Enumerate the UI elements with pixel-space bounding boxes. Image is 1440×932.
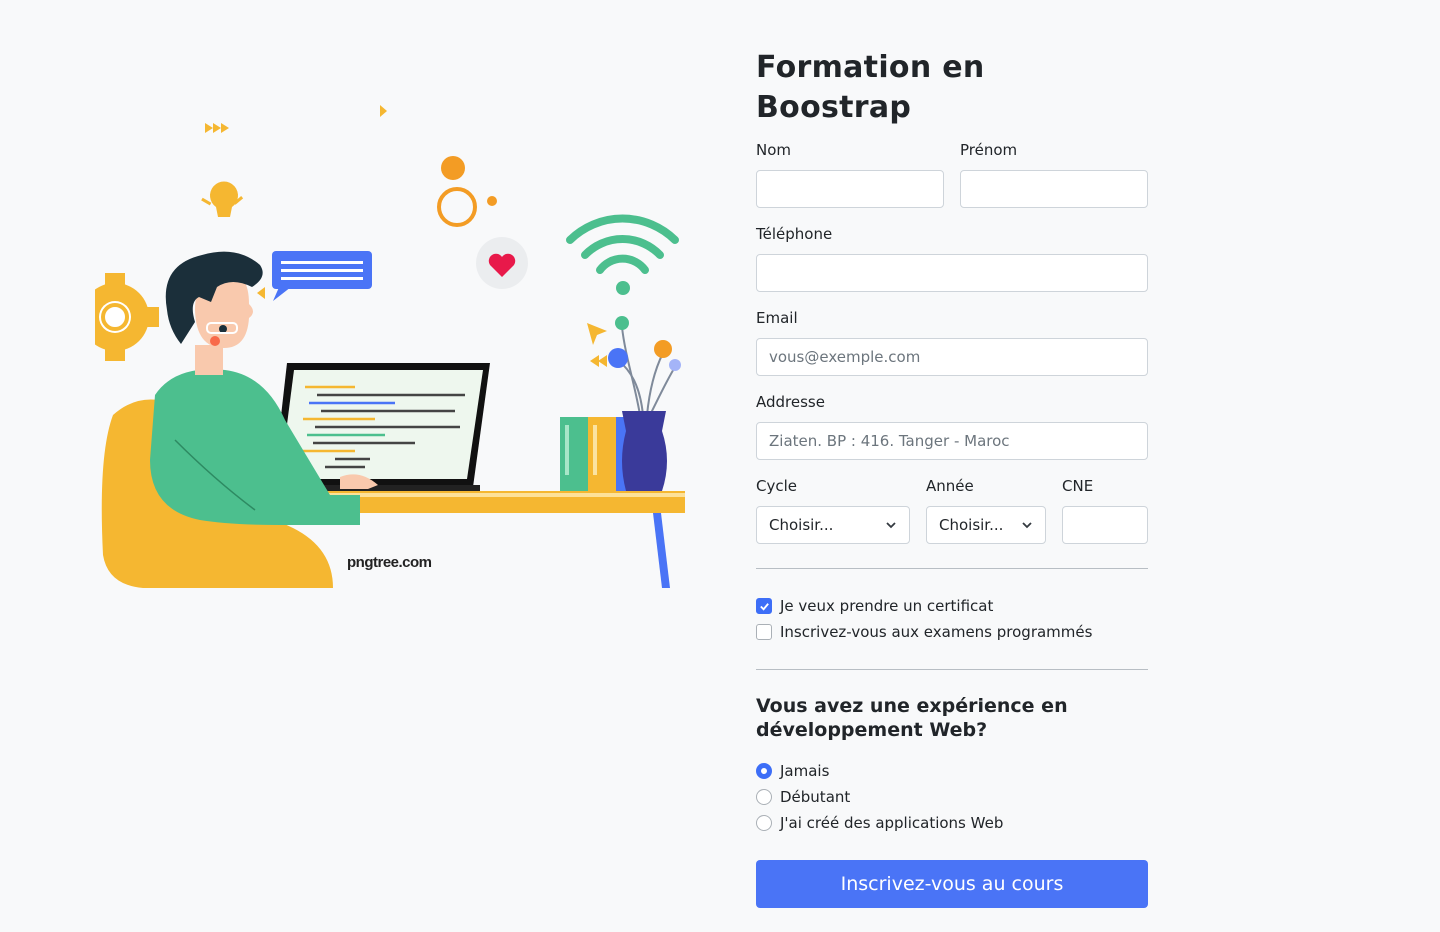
developer-illustration: [71, 105, 685, 588]
certificat-checkbox[interactable]: [756, 598, 772, 614]
radio-applications[interactable]: [756, 815, 772, 831]
telephone-group: Téléphone: [756, 224, 1148, 292]
cycle-select-value: Choisir...: [769, 516, 834, 534]
radio-jamais-label: Jamais: [780, 762, 830, 780]
cycle-select[interactable]: Choisir...: [756, 506, 910, 544]
address-label: Addresse: [756, 393, 825, 411]
submit-button[interactable]: Inscrivez-vous au cours: [756, 860, 1148, 908]
certificat-checkbox-row[interactable]: Je veux prendre un certificat: [756, 593, 1148, 619]
radio-applications-row[interactable]: J'ai créé des applications Web: [756, 810, 1148, 836]
radio-jamais-row[interactable]: Jamais: [756, 758, 1148, 784]
check-icon: [759, 602, 769, 611]
watermark: pngtree.com: [347, 554, 432, 571]
divider: [756, 568, 1148, 569]
address-group: Addresse: [756, 392, 1148, 460]
page-title: Formation en Boostrap: [756, 50, 985, 125]
address-input[interactable]: [756, 422, 1148, 460]
checkbox-group: Je veux prendre un certificat Inscrivez-…: [756, 593, 1148, 645]
experience-title: Vous avez une expérience en développemen…: [756, 695, 1068, 741]
nom-input[interactable]: [756, 170, 944, 208]
radio-debutant[interactable]: [756, 789, 772, 805]
email-group: Email: [756, 308, 1148, 376]
examens-checkbox[interactable]: [756, 624, 772, 640]
nom-label: Nom: [756, 141, 792, 159]
chevron-down-icon: [886, 522, 896, 529]
prenom-label: Prénom: [960, 141, 1018, 159]
email-input[interactable]: [756, 338, 1148, 376]
prenom-input[interactable]: [960, 170, 1148, 208]
radio-jamais[interactable]: [756, 763, 772, 779]
annee-select[interactable]: Choisir...: [926, 506, 1046, 544]
telephone-input[interactable]: [756, 254, 1148, 292]
email-label: Email: [756, 309, 798, 327]
prenom-group: Prénom: [960, 140, 1148, 208]
name-row: Nom Prénom: [756, 140, 1148, 208]
cne-input[interactable]: [1062, 506, 1148, 544]
radio-debutant-row[interactable]: Débutant: [756, 784, 1148, 810]
annee-group: Année Choisir...: [926, 476, 1046, 544]
radio-applications-label: J'ai créé des applications Web: [780, 814, 1004, 832]
certificat-checkbox-label: Je veux prendre un certificat: [780, 597, 994, 615]
cycle-label: Cycle: [756, 477, 797, 495]
examens-checkbox-row[interactable]: Inscrivez-vous aux examens programmés: [756, 619, 1148, 645]
annee-select-value: Choisir...: [939, 516, 1004, 534]
telephone-label: Téléphone: [756, 225, 833, 243]
divider: [756, 669, 1148, 670]
registration-form: Formation en Boostrap Nom Prénom Télépho…: [756, 48, 1148, 908]
nom-group: Nom: [756, 140, 944, 208]
cne-label: CNE: [1062, 477, 1094, 495]
examens-checkbox-label: Inscrivez-vous aux examens programmés: [780, 623, 1093, 641]
cycle-group: Cycle Choisir...: [756, 476, 910, 544]
hero-illustration: pngtree.com: [71, 95, 695, 595]
experience-radio-group: Jamais Débutant J'ai créé des applicatio…: [756, 758, 1148, 836]
cycle-row: Cycle Choisir... Année Choisir... CNE: [756, 476, 1148, 544]
radio-debutant-label: Débutant: [780, 788, 851, 806]
chevron-down-icon: [1022, 522, 1032, 529]
annee-label: Année: [926, 477, 974, 495]
cne-group: CNE: [1062, 476, 1148, 544]
